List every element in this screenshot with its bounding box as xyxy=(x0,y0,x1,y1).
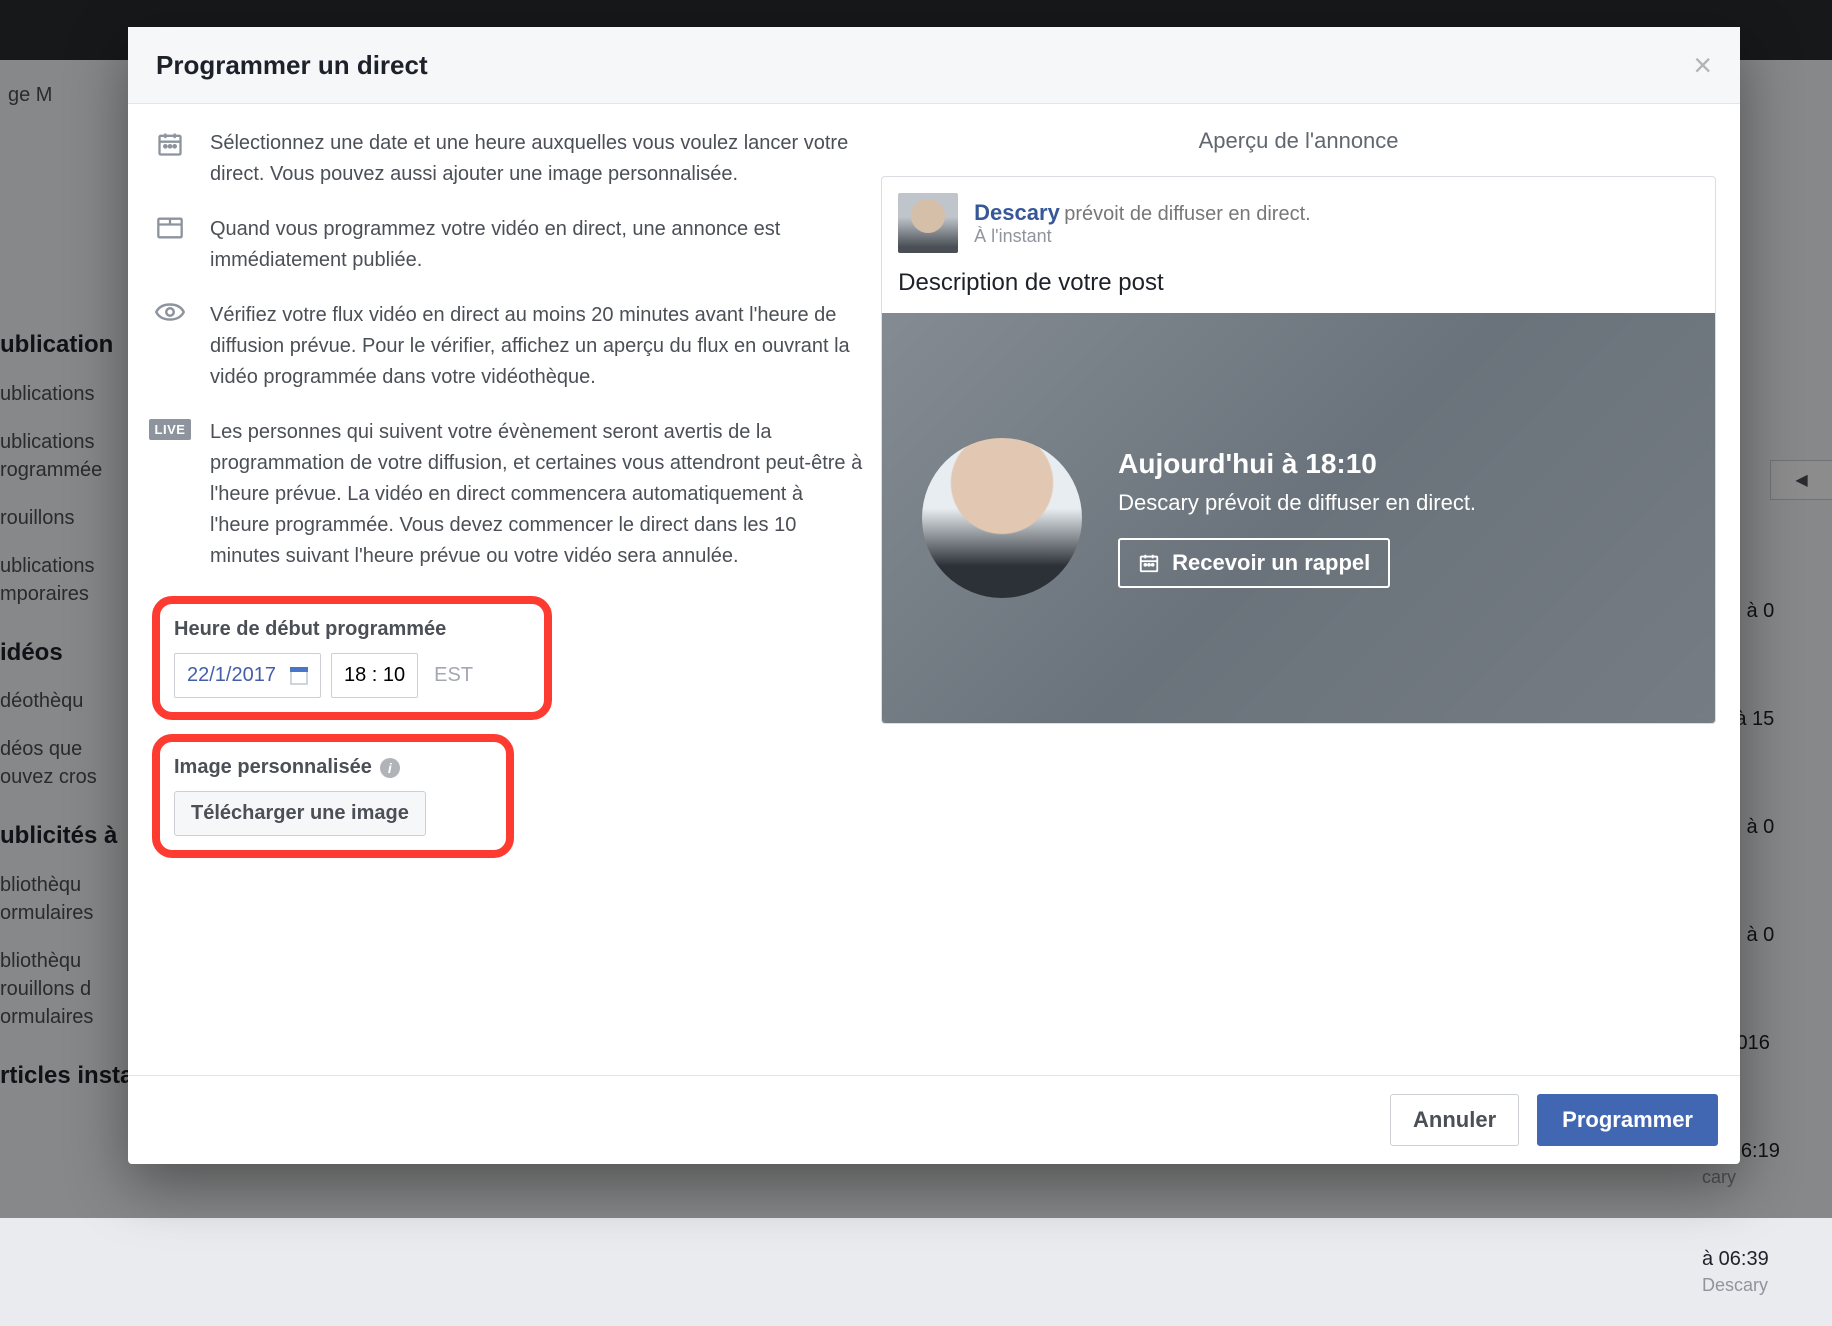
live-banner: Aujourd'hui à 18:10 Descary prévoit de d… xyxy=(882,313,1715,723)
dialog-title: Programmer un direct xyxy=(156,50,428,81)
calendar-picker-icon xyxy=(290,667,308,685)
post-description: Description de votre post xyxy=(882,269,1715,313)
list-row[interactable]: à 06:39Descary xyxy=(1702,1218,1832,1326)
time-value: 18 : 10 xyxy=(344,664,405,687)
post-timestamp: À l'instant xyxy=(974,226,1311,247)
confirm-schedule-button[interactable]: Programmer xyxy=(1537,1094,1718,1146)
preview-heading: Aperçu de l'annonce xyxy=(881,128,1716,154)
cancel-label: Annuler xyxy=(1413,1107,1496,1132)
reminder-label: Recevoir un rappel xyxy=(1172,550,1370,576)
custom-image-section: Image personnalisée i Télécharger une im… xyxy=(152,734,514,858)
upload-image-button[interactable]: Télécharger une image xyxy=(174,791,426,836)
schedule-time-section: Heure de début programmée 22/1/2017 18 :… xyxy=(152,596,552,720)
confirm-label: Programmer xyxy=(1562,1107,1693,1132)
time-input[interactable]: 18 : 10 xyxy=(331,653,418,698)
live-badge-icon: LIVE xyxy=(149,419,192,440)
post-header: Descary prévoit de diffuser en direct. À… xyxy=(882,177,1715,269)
dialog-footer: Annuler Programmer xyxy=(128,1075,1740,1164)
info-icon[interactable]: i xyxy=(380,758,400,778)
tip-row-calendar: Sélectionnez une date et une heure auxqu… xyxy=(152,128,863,190)
banner-subtitle: Descary prévoit de diffuser en direct. xyxy=(1118,490,1476,516)
banner-time: Aujourd'hui à 18:10 xyxy=(1118,448,1476,480)
avatar-large xyxy=(922,438,1082,598)
right-pane: Aperçu de l'annonce Descary prévoit de d… xyxy=(881,128,1716,1061)
date-input[interactable]: 22/1/2017 xyxy=(174,653,321,698)
close-icon: × xyxy=(1693,47,1712,83)
tip-row-verify: Vérifiez votre flux vidéo en direct au m… xyxy=(152,300,863,393)
avatar xyxy=(898,193,958,253)
calendar-icon xyxy=(156,130,184,158)
post-action-text: prévoit de diffuser en direct. xyxy=(1064,203,1310,225)
upload-image-label: Télécharger une image xyxy=(191,802,409,824)
close-button[interactable]: × xyxy=(1693,49,1712,81)
timezone-label: EST xyxy=(428,664,479,687)
dialog-body: Sélectionnez une date et une heure auxqu… xyxy=(128,104,1740,1075)
schedule-live-dialog: Programmer un direct × Sélectionnez une … xyxy=(128,27,1740,1164)
tip-text: Quand vous programmez votre vidéo en dir… xyxy=(210,214,863,276)
tip-text: Vérifiez votre flux vidéo en direct au m… xyxy=(210,300,863,393)
tip-row-live: LIVE Les personnes qui suivent votre évè… xyxy=(152,417,863,572)
dialog-header: Programmer un direct × xyxy=(128,27,1740,104)
window-icon xyxy=(156,216,184,240)
get-reminder-button[interactable]: Recevoir un rappel xyxy=(1118,538,1390,588)
custom-image-label: Image personnalisée i xyxy=(174,756,492,779)
date-value: 22/1/2017 xyxy=(187,664,276,687)
cancel-button[interactable]: Annuler xyxy=(1390,1094,1519,1146)
calendar-icon xyxy=(1138,552,1160,574)
post-author-link[interactable]: Descary xyxy=(974,200,1060,225)
left-pane: Sélectionnez une date et une heure auxqu… xyxy=(152,128,863,1061)
tip-text: Les personnes qui suivent votre évènemen… xyxy=(210,417,863,572)
modal-overlay: Programmer un direct × Sélectionnez une … xyxy=(0,0,1832,1218)
tip-row-publish: Quand vous programmez votre vidéo en dir… xyxy=(152,214,863,276)
post-preview-card: Descary prévoit de diffuser en direct. À… xyxy=(881,176,1716,724)
schedule-time-label: Heure de début programmée xyxy=(174,618,530,641)
tip-text: Sélectionnez une date et une heure auxqu… xyxy=(210,128,863,190)
eye-icon xyxy=(155,302,185,322)
